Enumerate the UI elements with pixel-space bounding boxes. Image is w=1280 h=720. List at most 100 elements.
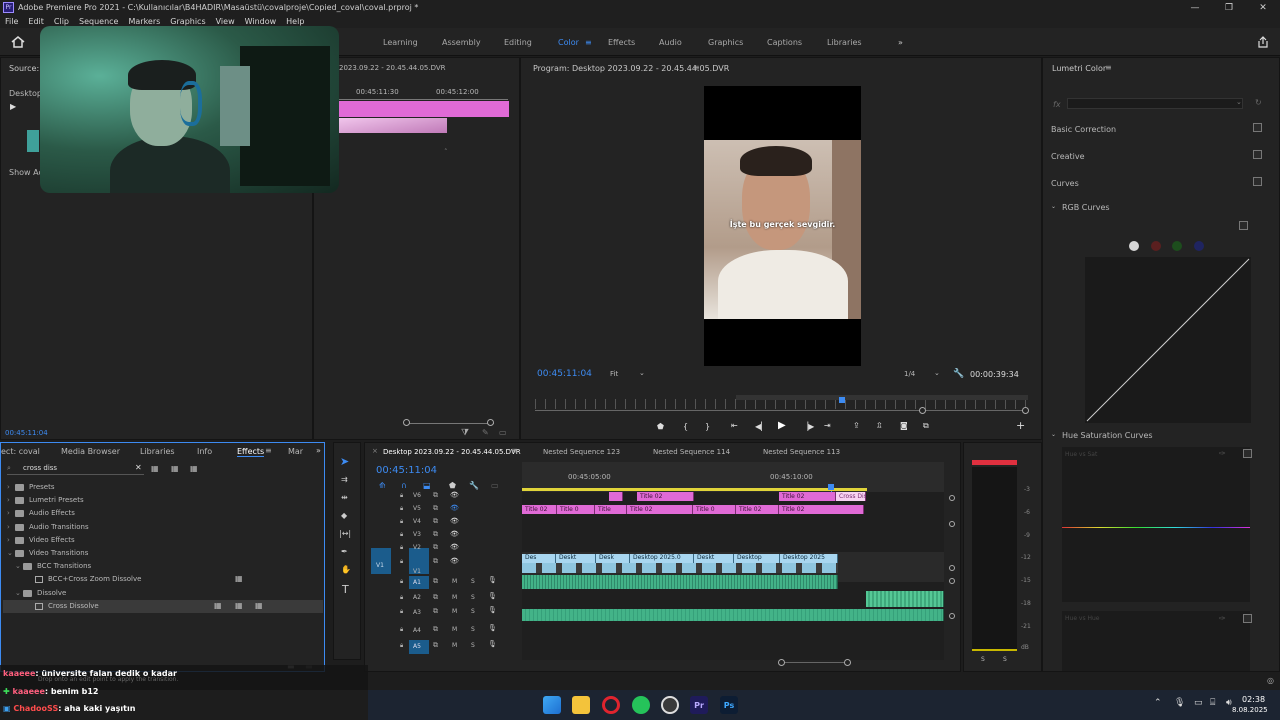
lock-icon[interactable]: 🔒︎ bbox=[400, 626, 403, 634]
title-clip[interactable]: Title 0 bbox=[693, 505, 736, 514]
title-clip[interactable] bbox=[609, 492, 623, 501]
basic-correction-checkbox[interactable] bbox=[1253, 123, 1262, 132]
fit-dropdown[interactable]: Fit bbox=[610, 370, 618, 378]
lock-icon[interactable]: 🔒︎ bbox=[400, 608, 403, 616]
program-menu-icon[interactable]: ≡ bbox=[693, 63, 700, 72]
volume-tray-icon[interactable]: 🔊︎ bbox=[1226, 698, 1232, 708]
video-clip[interactable]: Deskt bbox=[694, 554, 734, 563]
microphone-tray-icon[interactable]: 🎙︎ bbox=[1174, 698, 1185, 708]
lock-icon[interactable]: 🔒︎ bbox=[400, 505, 403, 513]
tab-effects[interactable]: Effects bbox=[237, 447, 265, 457]
microphone-icon[interactable]: 🎙︎ bbox=[488, 624, 497, 632]
eye-icon[interactable]: 👁︎ bbox=[450, 530, 459, 538]
scroll-handle-right[interactable] bbox=[487, 419, 494, 426]
workspace-effects[interactable]: Effects bbox=[608, 38, 635, 47]
lock-icon[interactable]: 🔒︎ bbox=[400, 578, 403, 586]
timeline-zoom-left[interactable] bbox=[778, 659, 785, 666]
close-button[interactable]: ✕ bbox=[1246, 3, 1280, 13]
yuv-effects-icon[interactable]: ▦ bbox=[190, 464, 198, 473]
slip-tool-icon[interactable]: |↔| bbox=[339, 529, 351, 538]
title-clip[interactable]: Title 02 bbox=[522, 505, 557, 514]
menu-markers[interactable]: Markers bbox=[123, 17, 165, 26]
video-clip[interactable]: Desktop 2025 bbox=[780, 554, 838, 563]
title-clip[interactable]: Title 02 bbox=[779, 492, 836, 501]
menu-window[interactable]: Window bbox=[240, 17, 282, 26]
tab-nested-113[interactable]: Nested Sequence 113 bbox=[763, 448, 840, 456]
audio-clip-a3[interactable] bbox=[522, 609, 944, 621]
whatsapp-icon[interactable] bbox=[632, 696, 650, 714]
timeline-menu-icon[interactable]: ≡ bbox=[511, 446, 518, 455]
eye-icon[interactable]: 👁︎ bbox=[450, 491, 459, 499]
sync-lock-icon[interactable]: ⧉ bbox=[433, 607, 438, 616]
mute-button[interactable]: M bbox=[452, 626, 457, 633]
zoom-handle-right[interactable] bbox=[1022, 407, 1029, 414]
track-scroll-handle[interactable] bbox=[949, 521, 955, 527]
tab-libraries[interactable]: Libraries bbox=[140, 447, 175, 456]
menu-clip[interactable]: Clip bbox=[49, 17, 74, 26]
mute-button[interactable]: M bbox=[452, 642, 457, 649]
tray-chevron-up-icon[interactable]: ⌃ bbox=[1154, 698, 1162, 708]
tab-markers[interactable]: Mar bbox=[288, 447, 303, 456]
workspace-graphics[interactable]: Graphics bbox=[708, 38, 743, 47]
creative-header[interactable]: Creative bbox=[1051, 152, 1085, 161]
close-tab-icon[interactable]: × bbox=[372, 447, 378, 455]
lock-icon[interactable]: 🔒︎ bbox=[400, 642, 403, 650]
tab-effect-controls[interactable]: ect: coval bbox=[1, 447, 40, 456]
workspace-learning[interactable]: Learning bbox=[383, 38, 418, 47]
effects-search-input[interactable]: cross diss bbox=[23, 464, 57, 472]
clock-date[interactable]: 8.08.2025 bbox=[1232, 706, 1268, 714]
timeline-settings-icon[interactable]: 🔧 bbox=[469, 481, 479, 490]
sync-lock-icon[interactable]: ⧉ bbox=[433, 491, 438, 500]
add-button-icon[interactable]: + bbox=[1016, 419, 1025, 432]
solo-button[interactable]: S bbox=[471, 626, 475, 633]
microphone-icon[interactable]: 🎙︎ bbox=[488, 592, 497, 600]
video-clip[interactable]: Desk bbox=[596, 554, 630, 563]
filter-icon[interactable]: ⧩ bbox=[461, 428, 469, 438]
ripple-edit-tool-icon[interactable]: ⇹ bbox=[341, 493, 348, 502]
cross-dissolve-transition[interactable]: Cross Diss bbox=[836, 492, 866, 501]
video-clip[interactable]: Deskt bbox=[556, 554, 596, 563]
zoom-handle-left[interactable] bbox=[919, 407, 926, 414]
menu-file[interactable]: File bbox=[0, 17, 23, 26]
timeline-zoom-right[interactable] bbox=[844, 659, 851, 666]
notification-icon[interactable]: ◎ bbox=[1267, 676, 1274, 685]
lock-icon[interactable]: 🔒︎ bbox=[400, 558, 403, 566]
microphone-icon[interactable]: 🎙︎ bbox=[488, 576, 497, 584]
title-clip[interactable]: Title 02 bbox=[637, 492, 694, 501]
workspace-assembly[interactable]: Assembly bbox=[442, 38, 481, 47]
explorer-icon[interactable] bbox=[572, 696, 590, 714]
source-scroll-track[interactable] bbox=[404, 423, 494, 424]
curves-header[interactable]: Curves bbox=[1051, 179, 1079, 188]
curves-checkbox[interactable] bbox=[1253, 177, 1262, 186]
track-scroll-handle[interactable] bbox=[949, 495, 955, 501]
compare-icon[interactable]: ⧉ bbox=[923, 421, 929, 431]
lumetri-reset-icon[interactable]: ↻ bbox=[1255, 98, 1262, 107]
lock-icon[interactable]: 🔒︎ bbox=[400, 492, 403, 500]
timeline-playhead-head[interactable] bbox=[828, 484, 834, 490]
share-icon[interactable] bbox=[1257, 36, 1269, 48]
home-icon[interactable] bbox=[11, 36, 25, 48]
microphone-icon[interactable]: 🎙︎ bbox=[488, 606, 497, 614]
snap-icon[interactable]: ⟰ bbox=[379, 481, 386, 490]
audio-clip-a2[interactable] bbox=[866, 591, 944, 607]
mark-out-icon[interactable]: } bbox=[705, 422, 710, 431]
photoshop-icon[interactable]: Ps bbox=[720, 696, 738, 714]
lock-icon[interactable]: 🔒︎ bbox=[400, 518, 403, 526]
marker-icon[interactable]: ⬟ bbox=[449, 481, 456, 490]
settings-wrench-icon[interactable]: 🔧 bbox=[953, 369, 964, 379]
hue-sat-header[interactable]: Hue Saturation Curves bbox=[1062, 431, 1153, 440]
sync-lock-icon[interactable]: ⧉ bbox=[433, 593, 438, 602]
step-forward-icon[interactable]: ▕▶ bbox=[802, 422, 814, 431]
opera-icon[interactable] bbox=[602, 696, 620, 714]
hue-sat-chevron-icon[interactable]: ⌄ bbox=[1051, 431, 1056, 438]
workspace-overflow-icon[interactable]: » bbox=[898, 38, 903, 47]
title-clip[interactable]: Title bbox=[595, 505, 627, 514]
wrench-icon[interactable]: ✎ bbox=[482, 428, 489, 437]
workspace-libraries[interactable]: Libraries bbox=[827, 38, 862, 47]
selection-tool-icon[interactable]: ➤ bbox=[340, 455, 349, 468]
sync-lock-icon[interactable]: ⧉ bbox=[433, 577, 438, 586]
tree-bcc-cross-zoom[interactable]: BCC+Cross Zoom Dissolve bbox=[35, 575, 141, 583]
title-clip[interactable]: Title 0 bbox=[557, 505, 595, 514]
track-scroll-handle[interactable] bbox=[949, 613, 955, 619]
menu-help[interactable]: Help bbox=[281, 17, 309, 26]
